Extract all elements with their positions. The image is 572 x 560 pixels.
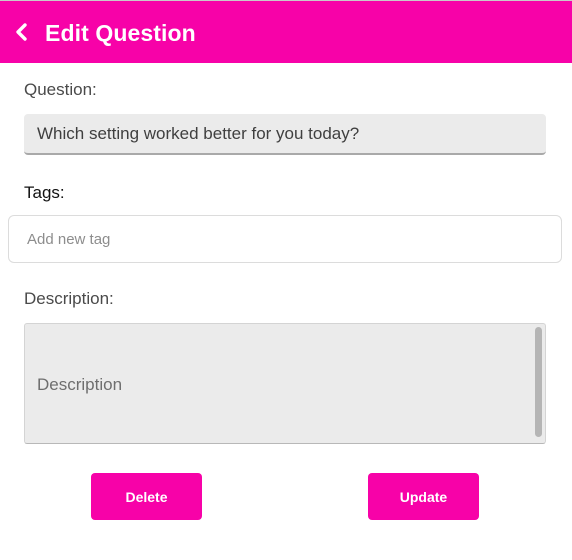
tag-input[interactable]	[8, 215, 562, 263]
back-button[interactable]	[8, 17, 36, 47]
chevron-left-icon	[8, 17, 36, 47]
description-scrollbar-thumb[interactable]	[535, 327, 542, 437]
app-header: Edit Question	[0, 0, 572, 63]
page-title: Edit Question	[45, 20, 196, 46]
edit-question-screen: Edit Question Question: Which setting wo…	[0, 0, 572, 560]
update-button[interactable]: Update	[368, 473, 479, 520]
description-placeholder: Description	[37, 375, 123, 394]
question-text: Which setting worked better for you toda…	[37, 123, 360, 143]
tags-label: Tags:	[24, 183, 65, 202]
question-label: Question:	[24, 80, 97, 99]
question-field[interactable]: Which setting worked better for you toda…	[24, 114, 546, 155]
description-label: Description:	[24, 289, 114, 308]
delete-button[interactable]: Delete	[91, 473, 202, 520]
